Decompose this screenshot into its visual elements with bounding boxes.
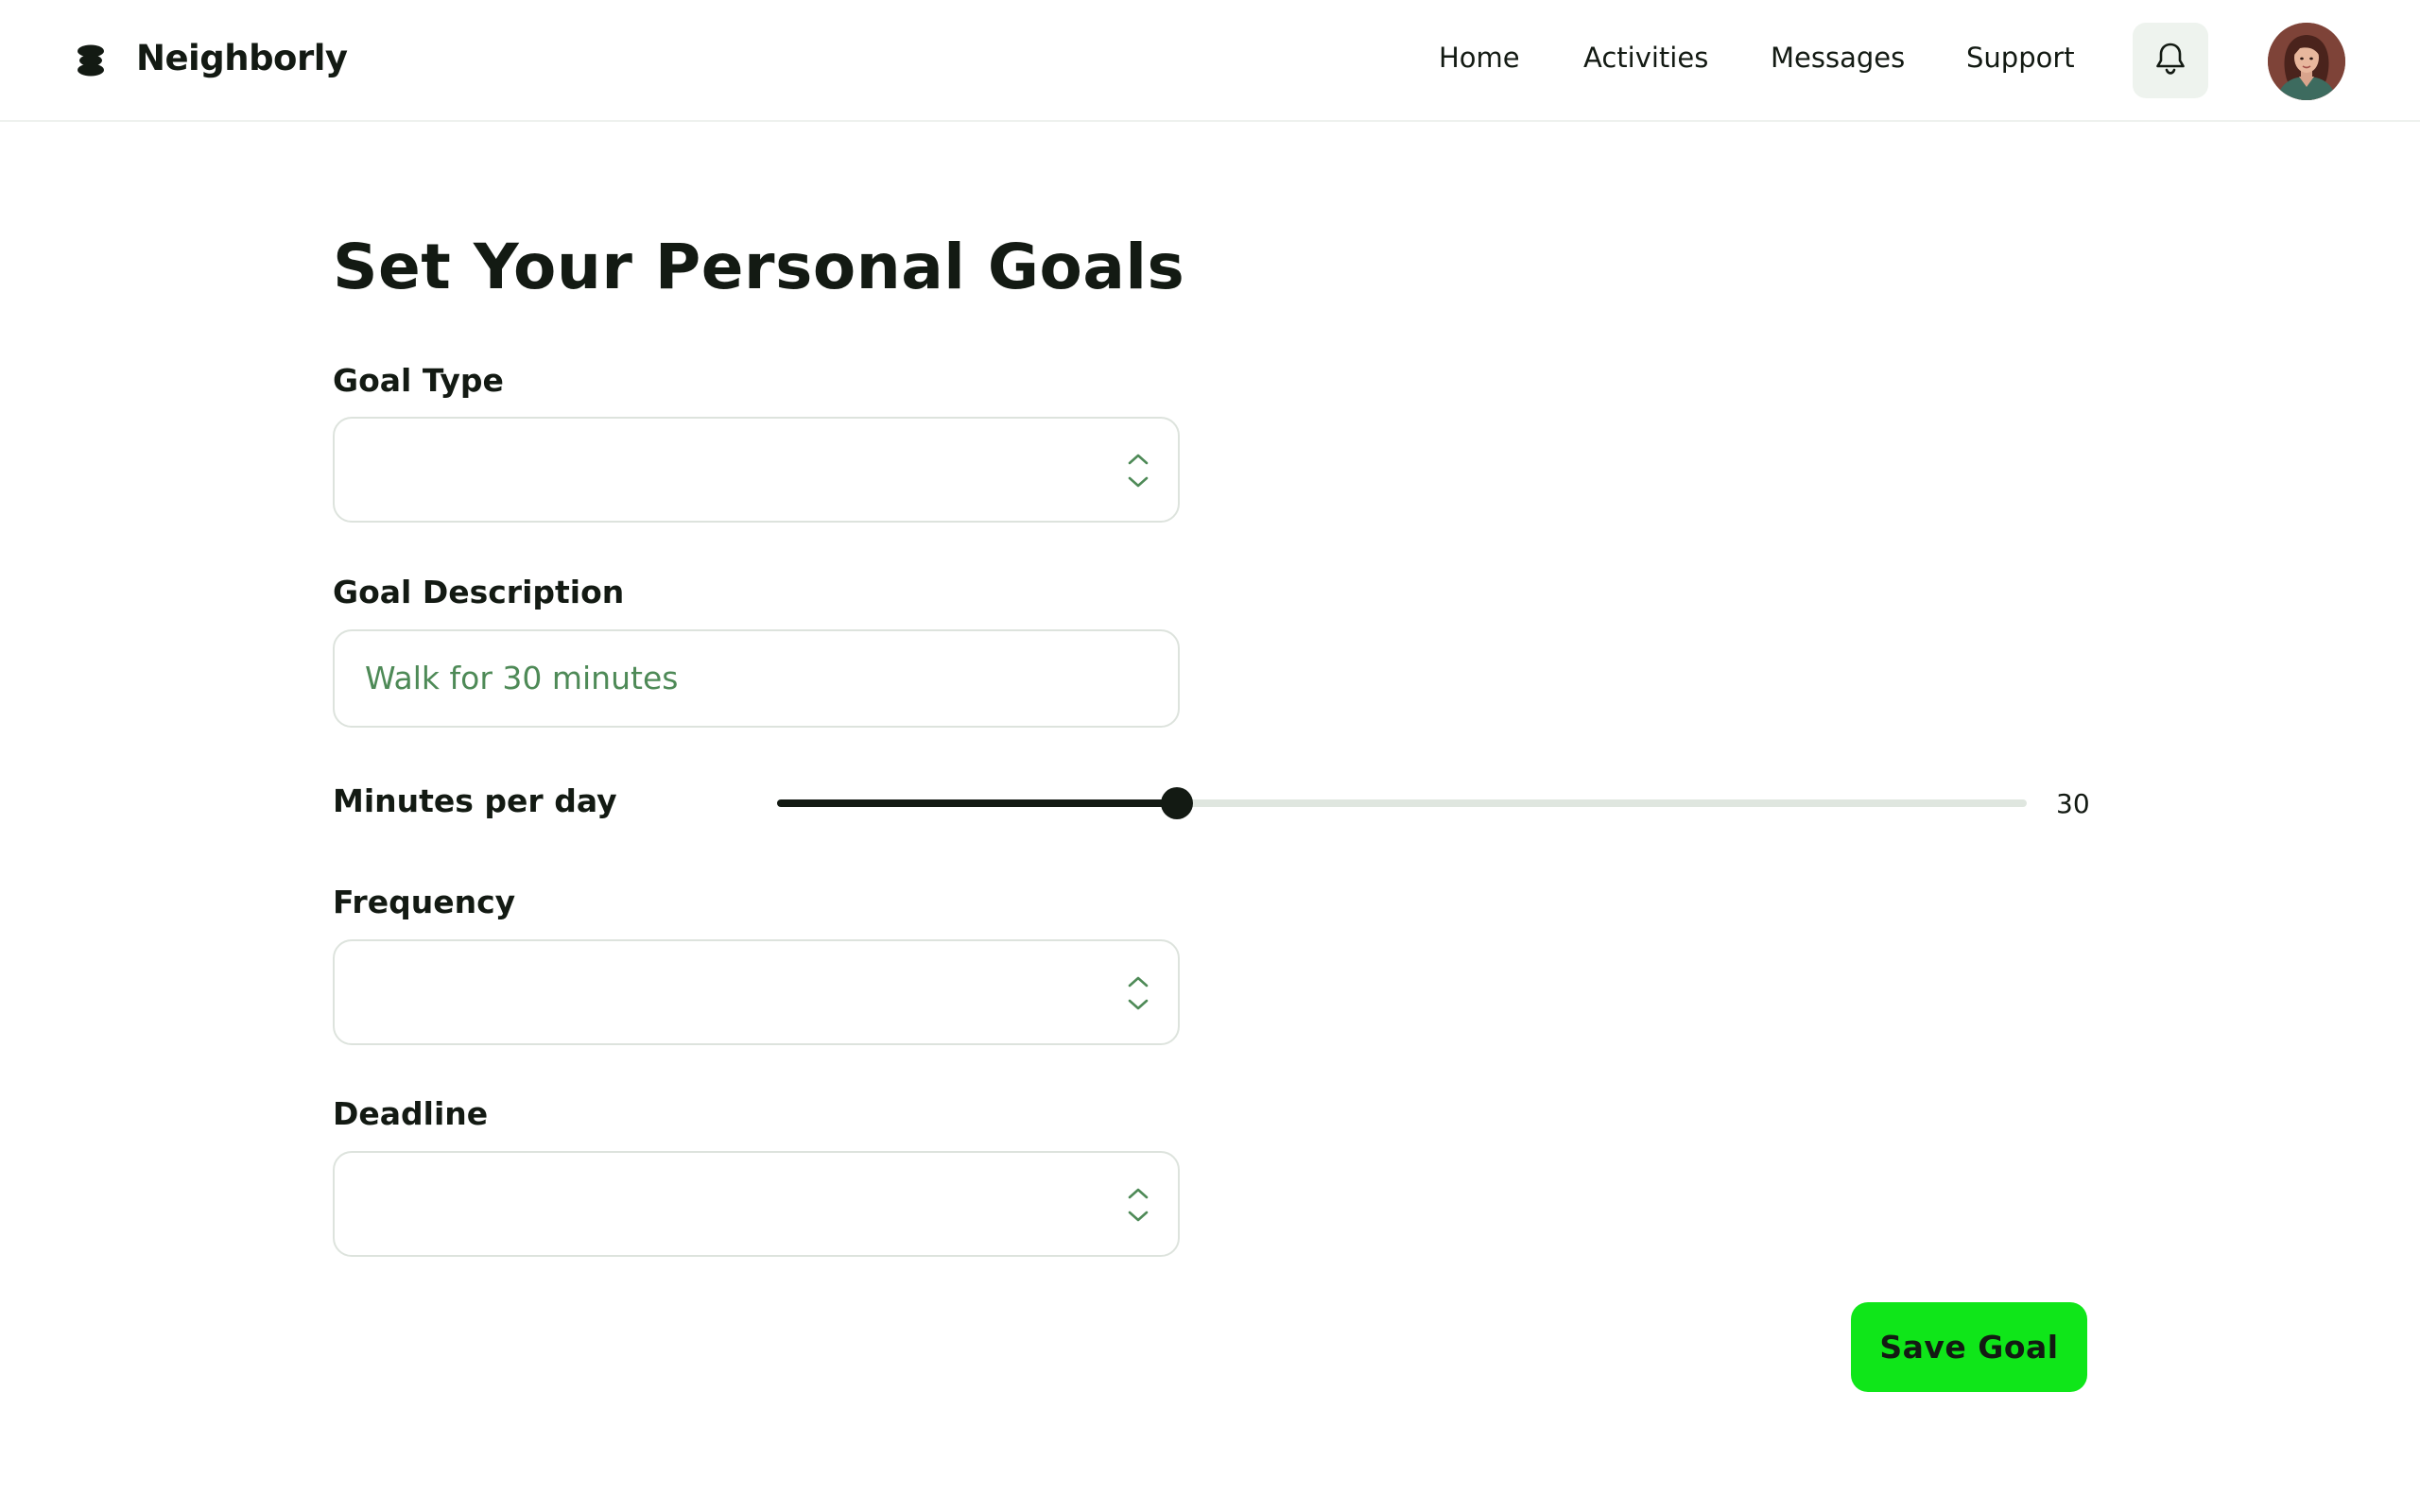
chevron-up-down-icon: [1125, 971, 1151, 1016]
chevron-up-down-icon: [1125, 448, 1151, 493]
save-goal-button[interactable]: Save Goal: [1851, 1302, 2087, 1392]
notifications-button[interactable]: [2133, 23, 2208, 98]
goal-description-input[interactable]: Walk for 30 minutes: [333, 629, 1180, 728]
goal-description-value: Walk for 30 minutes: [365, 660, 679, 696]
minutes-per-day-label: Minutes per day: [333, 782, 617, 819]
minutes-per-day-value: 30: [2056, 788, 2090, 819]
chevron-up-down-icon: [1125, 1182, 1151, 1228]
deadline-select[interactable]: [333, 1151, 1180, 1257]
minutes-per-day-slider[interactable]: [777, 787, 2027, 819]
frequency-label: Frequency: [333, 884, 516, 920]
deadline-label: Deadline: [333, 1095, 489, 1132]
nav-support[interactable]: Support: [1966, 42, 2075, 74]
brand-name[interactable]: Neighborly: [136, 38, 348, 78]
stacked-discs-logo-icon: [76, 44, 106, 77]
nav-activities[interactable]: Activities: [1583, 42, 1708, 74]
goal-description-label: Goal Description: [333, 574, 625, 610]
slider-thumb[interactable]: [1161, 787, 1194, 819]
top-navigation-bar: Neighborly Home Activities Messages Supp…: [0, 0, 2420, 122]
bell-icon: [2154, 41, 2187, 80]
page-title: Set Your Personal Goals: [333, 231, 1185, 303]
nav-home[interactable]: Home: [1439, 42, 1520, 74]
frequency-select[interactable]: [333, 939, 1180, 1045]
goal-type-select[interactable]: [333, 417, 1180, 523]
goal-type-label: Goal Type: [333, 362, 504, 399]
nav-messages[interactable]: Messages: [1771, 42, 1905, 74]
user-avatar[interactable]: [2268, 23, 2345, 100]
slider-fill: [777, 799, 1178, 807]
